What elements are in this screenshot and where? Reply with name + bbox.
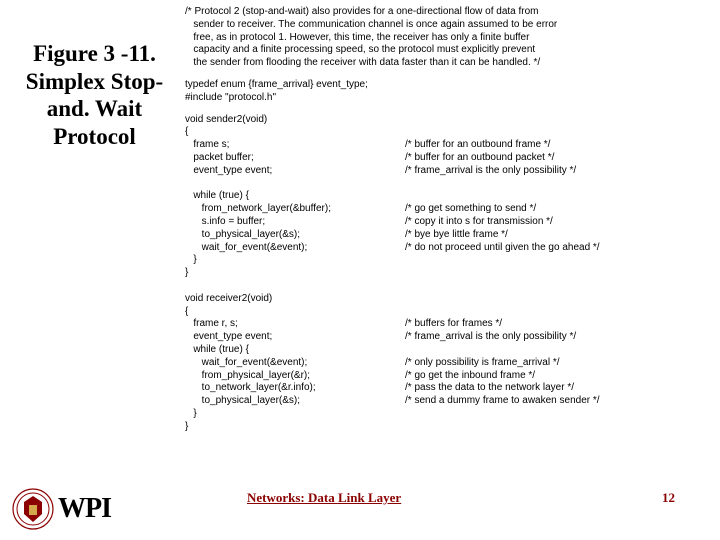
wpi-logo: WPI [12, 488, 111, 530]
receiver-var-row: event_type event;/* frame_arrival is the… [185, 331, 710, 344]
footer-text: Networks: Data Link Layer [247, 490, 401, 506]
comment-line: capacity and a finite processing speed, … [185, 44, 710, 57]
comment-line: sender to receiver. The communication ch… [185, 19, 710, 32]
sender-var-row: frame s;/* buffer for an outbound frame … [185, 139, 710, 152]
sender-loop-row: wait_for_event(&event);/* do not proceed… [185, 242, 710, 255]
page-number: 12 [662, 490, 675, 506]
sender-var-row: event_type event;/* frame_arrival is the… [185, 165, 710, 178]
slide-title: Figure 3 -11. Simplex Stop-and. Wait Pro… [12, 40, 177, 150]
sender-loop-open: while (true) { [185, 190, 710, 203]
code-listing: /* Protocol 2 (stop-and-wait) also provi… [185, 6, 710, 434]
sender-head: { [185, 126, 710, 139]
decl-line: typedef enum {frame_arrival} event_type; [185, 79, 710, 92]
receiver-loop-row: wait_for_event(&event);/* only possibili… [185, 357, 710, 370]
blank-line [185, 178, 710, 191]
receiver-loop-row: to_physical_layer(&s);/* send a dummy fr… [185, 395, 710, 408]
receiver-head: void receiver2(void) [185, 293, 710, 306]
decl-line: #include "protocol.h" [185, 92, 710, 105]
receiver-close: } [185, 421, 710, 434]
receiver-var-row: frame r, s;/* buffers for frames */ [185, 318, 710, 331]
sender-close: } [185, 254, 710, 267]
wpi-logo-text: WPI [58, 495, 111, 523]
comment-line: the sender from flooding the receiver wi… [185, 57, 710, 70]
sender-loop-row: s.info = buffer;/* copy it into s for tr… [185, 216, 710, 229]
receiver-function: void receiver2(void) { frame r, s;/* buf… [185, 293, 710, 434]
receiver-loop-row: from_physical_layer(&r);/* go get the in… [185, 370, 710, 383]
sender-var-row: packet buffer;/* buffer for an outbound … [185, 152, 710, 165]
sender-loop-row: to_physical_layer(&s);/* bye bye little … [185, 229, 710, 242]
sender-function: void sender2(void) { frame s;/* buffer f… [185, 114, 710, 280]
code-declarations: typedef enum {frame_arrival} event_type;… [185, 79, 710, 105]
code-header-comment: /* Protocol 2 (stop-and-wait) also provi… [185, 6, 710, 70]
sender-close: } [185, 267, 710, 280]
blank-line [185, 280, 710, 293]
receiver-loop-open: while (true) { [185, 344, 710, 357]
sender-head: void sender2(void) [185, 114, 710, 127]
sender-loop-row: from_network_layer(&buffer);/* go get so… [185, 203, 710, 216]
receiver-head: { [185, 306, 710, 319]
wpi-seal-icon [12, 488, 54, 530]
comment-line: /* Protocol 2 (stop-and-wait) also provi… [185, 6, 710, 19]
receiver-loop-row: to_network_layer(&r.info);/* pass the da… [185, 382, 710, 395]
receiver-close: } [185, 408, 710, 421]
comment-line: free, as in protocol 1. However, this ti… [185, 32, 710, 45]
